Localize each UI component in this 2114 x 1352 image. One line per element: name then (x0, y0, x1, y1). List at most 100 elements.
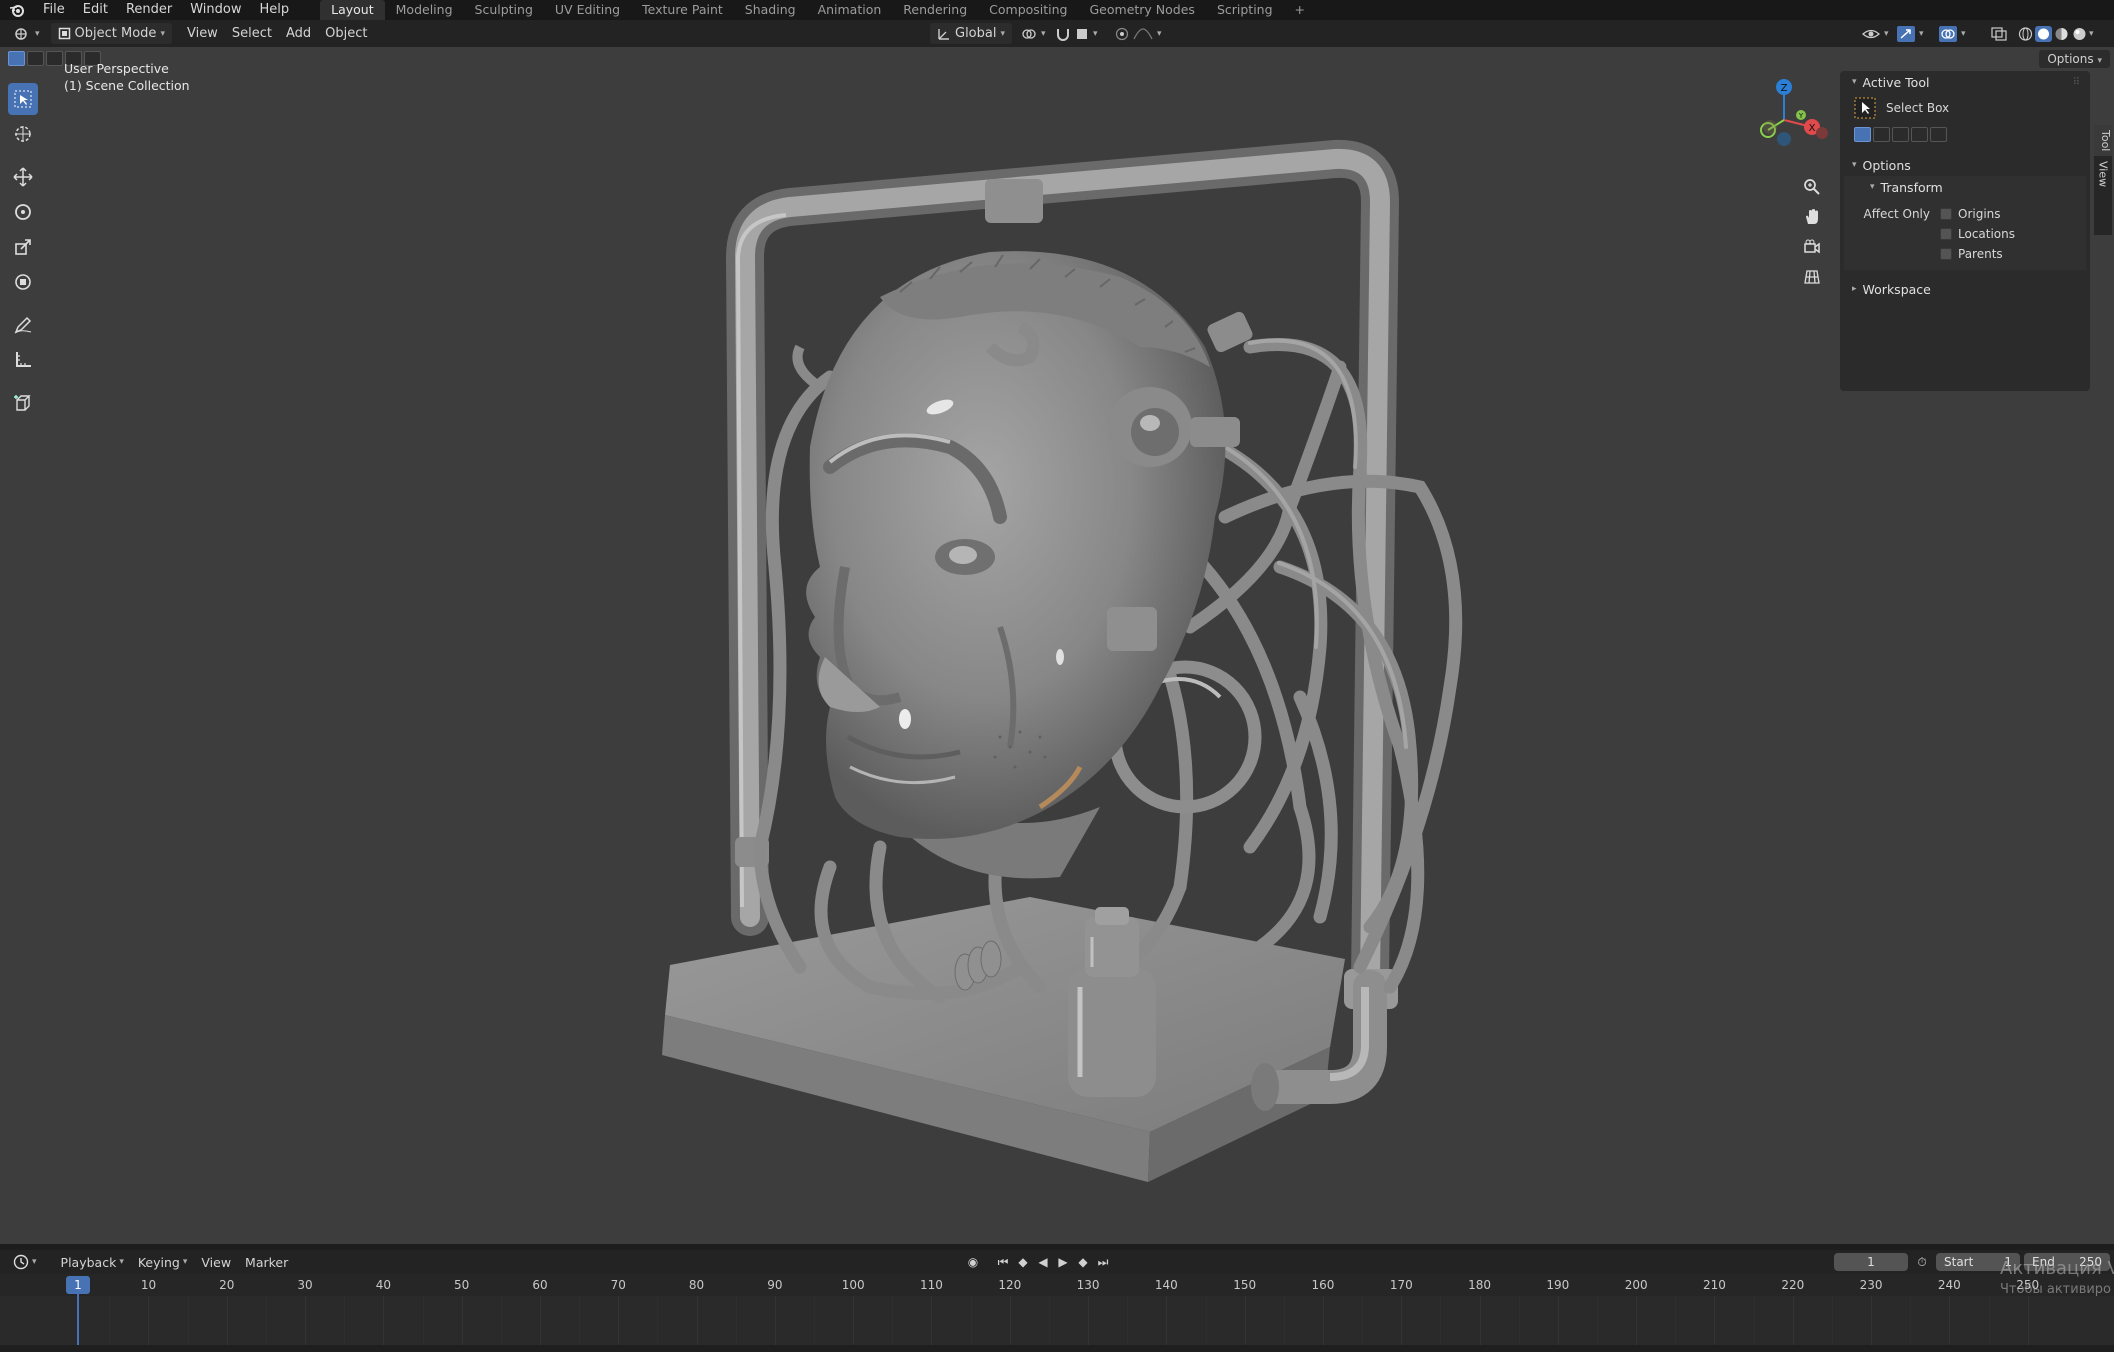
menu-playback[interactable]: Playback ▾ (54, 1255, 131, 1270)
workspace-header[interactable]: ▸ Workspace (1840, 278, 2090, 300)
rotate-tool[interactable] (8, 196, 38, 228)
select-set-icon[interactable] (1854, 127, 1871, 142)
playhead-line[interactable] (77, 1294, 79, 1350)
locations-checkbox[interactable] (1940, 228, 1952, 240)
menu-file[interactable]: File (34, 0, 74, 20)
frame-tick-label: 10 (140, 1278, 157, 1292)
tab-view[interactable]: View (2097, 156, 2110, 192)
menu-add[interactable]: Add (279, 23, 318, 44)
rendered-shading-icon[interactable] (2071, 26, 2088, 42)
annotate-tool[interactable] (8, 309, 38, 341)
current-frame-marker[interactable]: 1 (66, 1276, 90, 1294)
menu-help[interactable]: Help (251, 0, 299, 20)
measure-tool[interactable] (8, 344, 38, 376)
jump-keyframe-forward-icon[interactable]: ◆ (1073, 1252, 1093, 1272)
frame-grid-line (579, 1296, 581, 1345)
select-box-tool[interactable] (8, 83, 38, 115)
select-subtract-icon[interactable] (46, 51, 63, 66)
tab-rendering[interactable]: Rendering (892, 0, 978, 20)
origins-checkbox[interactable] (1940, 208, 1952, 220)
menu-select[interactable]: Select (225, 23, 279, 44)
timeline-scrollbar[interactable] (0, 1345, 2114, 1352)
mode-dropdown[interactable]: Object Mode ▾ (50, 23, 172, 44)
tab-scripting[interactable]: Scripting (1206, 0, 1284, 20)
navigation-gizmo[interactable]: Z X Y (1740, 75, 1836, 165)
menu-timeline-view[interactable]: View (194, 1255, 238, 1270)
preview-range-icon[interactable]: ⏱ (1912, 1252, 1932, 1272)
parents-checkbox[interactable] (1940, 248, 1952, 260)
tab-shading[interactable]: Shading (734, 0, 807, 20)
select-extend-icon[interactable] (1873, 127, 1890, 142)
tab-modeling[interactable]: Modeling (385, 0, 464, 20)
frame-tick-label: 30 (297, 1278, 313, 1292)
camera-view-button[interactable] (1800, 235, 1824, 259)
current-frame-field[interactable]: 1 (1834, 1253, 1908, 1271)
tab-sculpting[interactable]: Sculpting (464, 0, 544, 20)
shading-modes[interactable]: ▾ (2010, 23, 2101, 44)
transform-header[interactable]: ▾ Transform (1844, 176, 2086, 198)
cursor-tool[interactable] (8, 118, 38, 150)
timeline-editor-type[interactable]: ▾ (6, 1254, 44, 1270)
frame-grid-line (735, 1296, 737, 1345)
blender-logo-icon[interactable] (0, 0, 34, 20)
select-set-icon[interactable] (8, 51, 25, 66)
frame-grid-line (1557, 1296, 1559, 1345)
menu-render[interactable]: Render (117, 0, 181, 20)
frame-ruler[interactable]: 10 20 30 40 50 60 70 80 90 100 110 120 130 140 150 160 1… (0, 1274, 2114, 1296)
overlays-toggle[interactable]: ▾ (1932, 23, 1973, 44)
proportional-edit-toggle[interactable]: ▾ (1108, 23, 1169, 44)
orientation-dropdown[interactable]: Global ▾ (930, 23, 1013, 44)
transform-tool[interactable] (8, 266, 38, 298)
3d-viewport[interactable]: Options ▾ User Perspective (1) Scene Col… (0, 47, 2114, 1244)
select-intersect-icon[interactable] (1930, 127, 1947, 142)
options-header[interactable]: ▾ Options (1840, 154, 2090, 176)
wireframe-shading-icon[interactable] (2017, 26, 2034, 42)
active-tool-row[interactable]: Select Box (1840, 93, 2090, 123)
timeline-area[interactable]: 10 20 30 40 50 60 70 80 90 100 110 120 130 140 150 160 1… (0, 1274, 2114, 1352)
menu-edit[interactable]: Edit (74, 0, 117, 20)
editor-type-button[interactable]: ▾ (6, 23, 47, 44)
pivot-dropdown[interactable]: ▾ (1014, 23, 1053, 44)
play-reverse-icon[interactable]: ◀ (1033, 1252, 1053, 1272)
menu-marker[interactable]: Marker (238, 1255, 295, 1270)
gizmo-toggle[interactable]: ▾ (1890, 23, 1931, 44)
options-dropdown[interactable]: Options ▾ (2039, 50, 2110, 68)
tab-compositing[interactable]: Compositing (978, 0, 1078, 20)
move-tool[interactable] (8, 161, 38, 193)
add-workspace-button[interactable]: + (1284, 0, 1316, 20)
select-box-icon (1854, 97, 1876, 119)
menu-keying[interactable]: Keying ▾ (131, 1255, 195, 1270)
select-subtract-icon[interactable] (1892, 127, 1909, 142)
select-invert-icon[interactable] (1911, 127, 1928, 142)
material-shading-icon[interactable] (2053, 26, 2070, 42)
pan-button[interactable] (1800, 205, 1824, 229)
tab-tool[interactable]: Tool (2094, 125, 2112, 157)
frame-grid-line (383, 1296, 385, 1345)
menu-view[interactable]: View (180, 23, 225, 44)
jump-keyframe-back-icon[interactable]: ◆ (1013, 1252, 1033, 1272)
scale-tool[interactable] (8, 231, 38, 263)
solid-shading-icon[interactable] (2035, 25, 2052, 42)
snap-toggle[interactable]: ▾ (1048, 23, 1105, 44)
tab-animation[interactable]: Animation (807, 0, 893, 20)
select-extend-icon[interactable] (27, 51, 44, 66)
tab-texture-paint[interactable]: Texture Paint (631, 0, 734, 20)
ortho-toggle-button[interactable] (1800, 265, 1824, 289)
tab-geometry-nodes[interactable]: Geometry Nodes (1079, 0, 1206, 20)
drag-handle-icon[interactable]: ⠿ (2073, 77, 2080, 88)
menu-window[interactable]: Window (181, 0, 250, 20)
active-tool-header[interactable]: ▾ Active Tool ⠿ (1840, 71, 2090, 93)
add-cube-tool[interactable] (8, 387, 38, 419)
zoom-button[interactable] (1800, 175, 1824, 199)
auto-keying-icon[interactable]: ◉ (963, 1252, 983, 1272)
tab-layout[interactable]: Layout (320, 0, 385, 20)
chevron-down-icon: ▾ (160, 28, 165, 39)
menu-object[interactable]: Object (318, 23, 374, 44)
tab-uv-editing[interactable]: UV Editing (544, 0, 631, 20)
jump-end-icon[interactable]: ⏭ (1093, 1252, 1113, 1272)
chevron-down-icon: ▾ (1852, 77, 1857, 87)
chevron-down-icon: ▾ (2089, 28, 2094, 39)
frame-grid-line (109, 1296, 111, 1345)
play-icon[interactable]: ▶ (1053, 1252, 1073, 1272)
jump-start-icon[interactable]: ⏮ (993, 1252, 1013, 1272)
